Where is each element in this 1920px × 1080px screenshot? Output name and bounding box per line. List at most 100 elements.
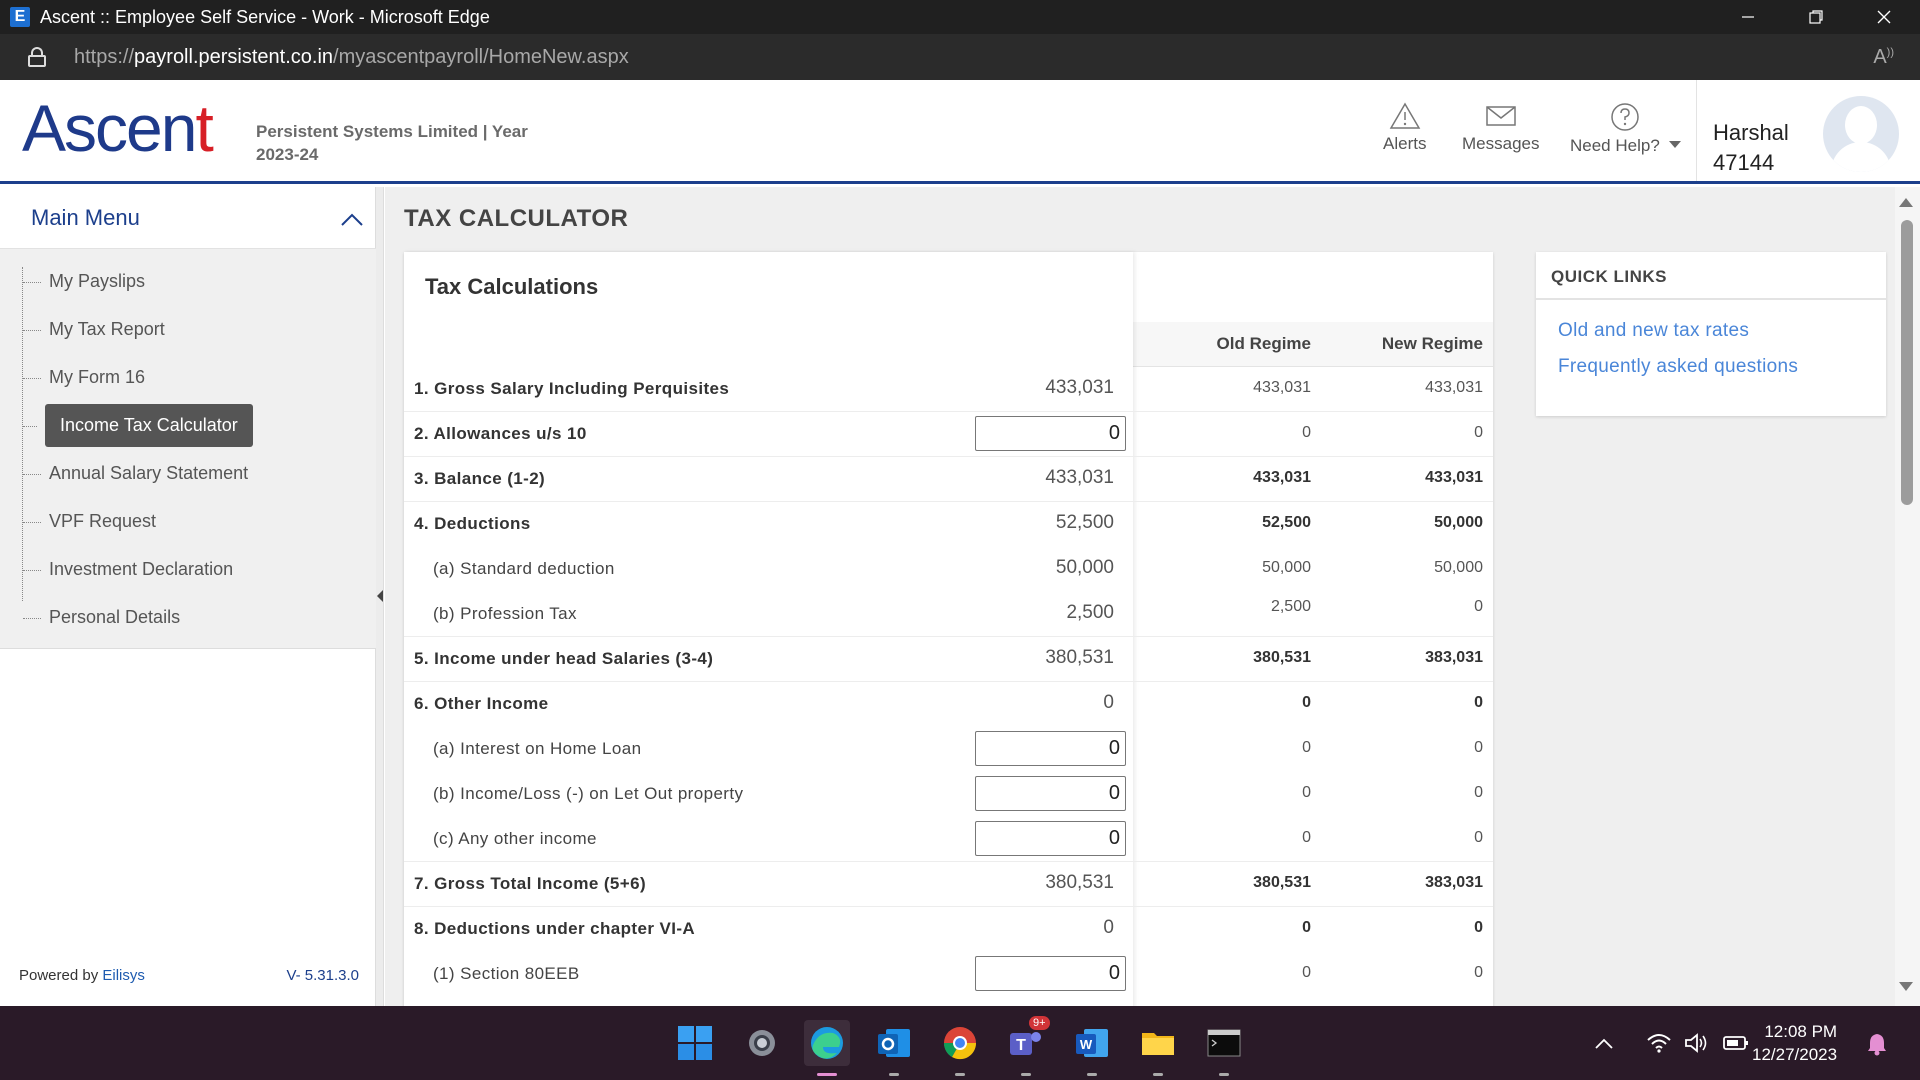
table-row: (a) Interest on Home Loan 0 0 bbox=[404, 727, 1493, 772]
table-row: (a) Standard deduction 50,000 50,000 50,… bbox=[433, 557, 1483, 578]
url-text[interactable]: https://payroll.persistent.co.in/myascen… bbox=[74, 46, 629, 69]
word-app[interactable]: W bbox=[1069, 1020, 1115, 1076]
powered-by-link[interactable]: Eilisys bbox=[102, 967, 145, 984]
table-row: (b) Profession Tax 2,500 2,500 0 bbox=[404, 592, 1493, 637]
sidebar-item-my-tax-report[interactable]: My Tax Report bbox=[23, 319, 165, 340]
address-bar[interactable]: https://payroll.persistent.co.in/myascen… bbox=[0, 34, 1920, 80]
page-title: TAX CALCULATOR bbox=[404, 205, 629, 232]
main-menu-header[interactable]: Main Menu bbox=[0, 187, 376, 249]
edge-browser-icon bbox=[811, 1027, 843, 1059]
outlook-app[interactable] bbox=[871, 1020, 917, 1076]
battery-icon[interactable] bbox=[1722, 1032, 1750, 1054]
file-explorer-app[interactable] bbox=[1135, 1020, 1181, 1076]
taskbar: T 9+ W 12:08 PM 12/27/2023 bbox=[0, 1006, 1920, 1080]
window-title: Ascent :: Employee Self Service - Work -… bbox=[40, 6, 490, 27]
sidebar-item-income-tax-calculator[interactable]: Income Tax Calculator bbox=[23, 404, 253, 447]
allowances-input[interactable] bbox=[975, 416, 1126, 451]
lock-icon[interactable] bbox=[28, 47, 46, 67]
svg-text:T: T bbox=[1016, 1037, 1026, 1054]
help-circle-icon bbox=[1611, 103, 1639, 131]
sidebar-item-annual-salary-statement[interactable]: Annual Salary Statement bbox=[23, 463, 248, 484]
browser-titlebar: E Ascent :: Employee Self Service - Work… bbox=[0, 0, 1920, 34]
old-regime-header: Old Regime bbox=[1216, 334, 1311, 353]
app-header: Ascent Persistent Systems Limited | Year… bbox=[0, 80, 1920, 184]
table-row: 6. Other Income 0 0 0 bbox=[414, 692, 1483, 713]
new-regime-header: New Regime bbox=[1381, 334, 1483, 353]
sidebar-footer: Powered by Eilisys V- 5.31.3.0 bbox=[19, 967, 359, 984]
envelope-icon bbox=[1485, 106, 1516, 126]
sidebar-item-personal-details[interactable]: Personal Details bbox=[23, 607, 180, 628]
volume-icon[interactable] bbox=[1684, 1032, 1710, 1054]
edge-app[interactable] bbox=[804, 1020, 850, 1076]
close-button[interactable] bbox=[1856, 0, 1912, 34]
settings-icon bbox=[749, 1030, 775, 1056]
messages-button[interactable]: Messages bbox=[1462, 102, 1539, 154]
user-profile[interactable]: Harshal 47144 bbox=[1696, 80, 1920, 181]
quick-links-card: QUICK LINKS Old and new tax rates Freque… bbox=[1536, 252, 1886, 416]
menu-list: My Payslips My Tax Report My Form 16 Inc… bbox=[0, 249, 376, 649]
alert-triangle-icon bbox=[1389, 102, 1421, 129]
minimize-icon bbox=[1742, 16, 1754, 18]
minimize-button[interactable] bbox=[1720, 0, 1776, 34]
tax-calculations-card: Tax Calculations Old Regime New Regime 1… bbox=[404, 252, 1493, 1006]
other-income-input[interactable] bbox=[975, 821, 1126, 856]
sidebar-item-my-form-16[interactable]: My Form 16 bbox=[23, 367, 145, 388]
maximize-button[interactable] bbox=[1788, 0, 1844, 34]
table-row: (b) Income/Loss (-) on Let Out property … bbox=[404, 772, 1493, 817]
quick-links-title: QUICK LINKS bbox=[1536, 252, 1886, 300]
close-icon bbox=[1877, 10, 1891, 24]
tree-connector bbox=[22, 267, 23, 601]
system-clock[interactable]: 12:08 PM 12/27/2023 bbox=[1752, 1020, 1837, 1066]
table-row: (1) Section 80EEB 0 0 bbox=[404, 952, 1493, 997]
terminal-app[interactable] bbox=[1201, 1020, 1247, 1076]
table-row: 3. Balance (1-2) 433,031 433,031 433,031 bbox=[404, 457, 1493, 502]
alerts-button[interactable]: Alerts bbox=[1383, 102, 1426, 154]
bell-icon[interactable] bbox=[1866, 1032, 1888, 1056]
table-row: 7. Gross Total Income (5+6) 380,531 380,… bbox=[404, 862, 1493, 907]
settings-app[interactable] bbox=[739, 1020, 785, 1066]
need-help-button[interactable]: Need Help? bbox=[1570, 102, 1681, 156]
windows-start-icon bbox=[678, 1026, 712, 1060]
chrome-app[interactable] bbox=[937, 1020, 983, 1076]
terminal-icon bbox=[1207, 1029, 1241, 1057]
sidebar: Main Menu My Payslips My Tax Report My F… bbox=[0, 187, 376, 1006]
card-title: Tax Calculations bbox=[425, 274, 599, 299]
avatar[interactable] bbox=[1823, 96, 1899, 172]
user-name: Harshal 47144 bbox=[1713, 120, 1789, 175]
caret-down-icon bbox=[1668, 141, 1681, 148]
system-tray bbox=[1594, 1006, 1750, 1080]
version-label: V- 5.31.3.0 bbox=[286, 967, 359, 984]
teams-icon: T bbox=[1010, 1032, 1041, 1055]
teams-notification-badge: 9+ bbox=[1029, 1016, 1050, 1030]
chevron-up-tray-icon[interactable] bbox=[1594, 1036, 1614, 1050]
restore-icon bbox=[1809, 10, 1823, 24]
start-button[interactable] bbox=[672, 1020, 718, 1066]
main-menu-title: Main Menu bbox=[31, 205, 140, 230]
table-row: 8. Deductions under chapter VI-A 0 0 0 bbox=[414, 917, 1483, 938]
scroll-up-icon[interactable] bbox=[1899, 197, 1913, 207]
scroll-thumb[interactable] bbox=[1901, 220, 1913, 505]
read-aloud-icon[interactable]: A)) bbox=[1873, 46, 1894, 69]
table-row: 5. Income under head Salaries (3-4) 380,… bbox=[404, 637, 1493, 682]
section-80eeb-input[interactable] bbox=[975, 956, 1126, 991]
home-loan-interest-input[interactable] bbox=[975, 731, 1126, 766]
faq-link[interactable]: Frequently asked questions bbox=[1558, 356, 1798, 378]
collapse-arrow-icon[interactable] bbox=[377, 590, 383, 602]
edge-icon: E bbox=[10, 7, 30, 27]
word-icon: W bbox=[1076, 1029, 1108, 1057]
table-row: 1. Gross Salary Including Perquisites 43… bbox=[404, 367, 1493, 412]
let-out-property-input[interactable] bbox=[975, 776, 1126, 811]
sidebar-item-investment-declaration[interactable]: Investment Declaration bbox=[23, 559, 233, 580]
sidebar-item-my-payslips[interactable]: My Payslips bbox=[23, 271, 145, 292]
old-new-tax-rates-link[interactable]: Old and new tax rates bbox=[1558, 320, 1749, 342]
ascent-logo[interactable]: Ascent bbox=[22, 90, 214, 166]
chrome-icon bbox=[943, 1027, 977, 1060]
sidebar-item-vpf-request[interactable]: VPF Request bbox=[23, 511, 156, 532]
main-content: TAX CALCULATOR Tax Calculations Old Regi… bbox=[385, 187, 1895, 1006]
company-info: Persistent Systems Limited | Year 2023-2… bbox=[256, 122, 528, 164]
table-row: 2. Allowances u/s 10 0 0 bbox=[404, 412, 1493, 457]
scroll-down-icon[interactable] bbox=[1899, 982, 1913, 992]
wifi-icon[interactable] bbox=[1646, 1032, 1672, 1054]
chevron-up-icon[interactable] bbox=[340, 213, 364, 227]
teams-app[interactable]: T 9+ bbox=[1003, 1016, 1050, 1076]
